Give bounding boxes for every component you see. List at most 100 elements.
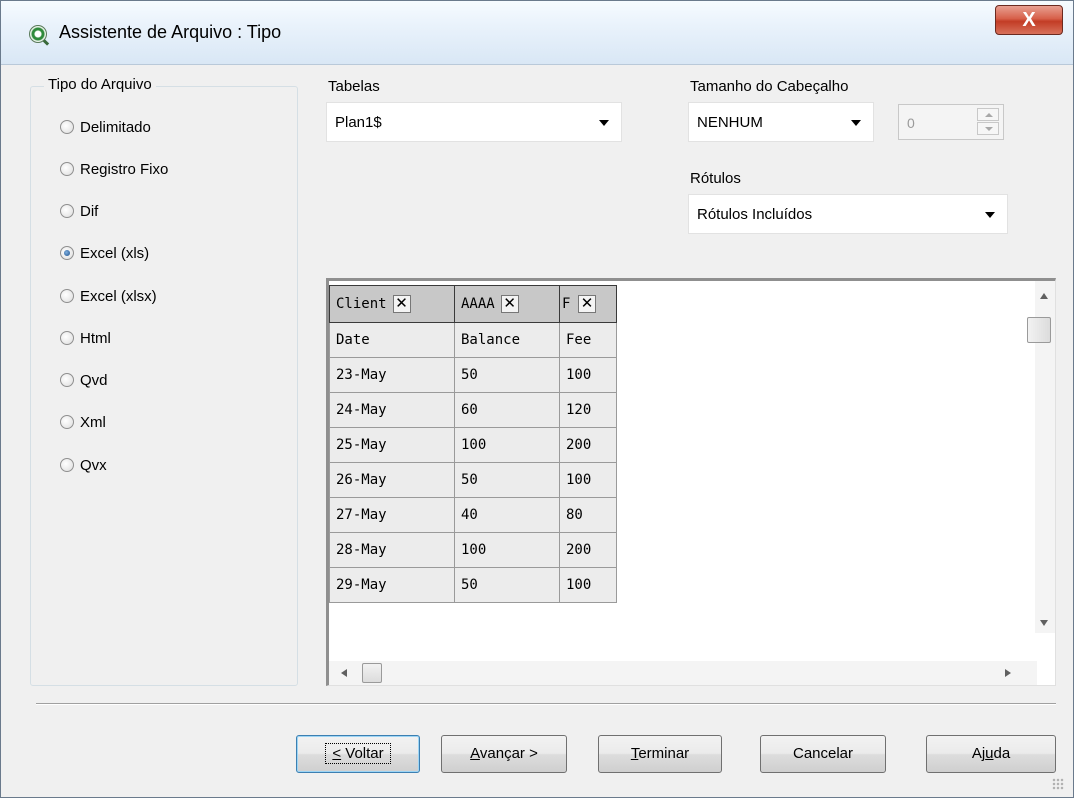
stepper-buttons (977, 108, 999, 136)
back-label: Voltar (341, 745, 384, 762)
preview-header-row: Client ✕ AAAA ✕ F ✕ (329, 285, 617, 323)
table-cell: 80 (559, 497, 617, 533)
vertical-scroll-thumb[interactable] (1027, 317, 1051, 343)
table-row: 27-May 40 80 (329, 497, 617, 533)
radio-label: Xml (80, 413, 106, 431)
radio-label: Excel (xls) (80, 244, 150, 262)
radio-circle-icon[interactable] (60, 458, 74, 472)
radio-label: Excel (xlsx) (80, 287, 157, 305)
help-label-post: da (993, 745, 1011, 762)
close-button[interactable]: X (995, 5, 1063, 35)
scroll-up-icon[interactable] (1040, 293, 1048, 299)
table-cell: 100 (559, 357, 617, 393)
stepper-down-icon[interactable] (977, 122, 999, 135)
table-cell: 100 (454, 427, 560, 463)
radio-circle-icon[interactable] (60, 120, 74, 134)
table-cell: 25-May (329, 427, 455, 463)
table-cell: 28-May (329, 532, 455, 568)
radio-circle-icon[interactable] (60, 204, 74, 218)
labels-label: Rótulos (690, 170, 741, 187)
radio-delimitado[interactable]: Delimitado (60, 116, 151, 138)
scroll-right-icon[interactable] (1005, 669, 1011, 677)
labels-dropdown[interactable]: Rótulos Incluídos (688, 194, 1008, 234)
finish-button[interactable]: Terminar (598, 735, 722, 773)
radio-circle-icon[interactable] (60, 415, 74, 429)
column-header[interactable]: Client ✕ (329, 285, 455, 323)
radio-qvx[interactable]: Qvx (60, 454, 107, 476)
chevron-down-icon[interactable] (851, 120, 861, 126)
back-button[interactable]: < Voltar (296, 735, 420, 773)
radio-checked-icon[interactable] (60, 246, 74, 260)
resize-grip-icon[interactable] (1052, 778, 1064, 790)
radio-label: Html (80, 329, 111, 347)
stepper-value[interactable]: 0 (907, 115, 915, 131)
table-cell: 200 (559, 532, 617, 568)
radio-excel-xlsx[interactable]: Excel (xlsx) (60, 285, 157, 307)
radio-xml[interactable]: Xml (60, 411, 106, 433)
table-cell: 50 (454, 462, 560, 498)
table-cell: 60 (454, 392, 560, 428)
table-cell: 50 (454, 357, 560, 393)
radio-registro-fixo[interactable]: Registro Fixo (60, 158, 168, 180)
scroll-left-icon[interactable] (341, 669, 347, 677)
radio-circle-icon[interactable] (60, 289, 74, 303)
horizontal-scrollbar[interactable] (329, 661, 1037, 685)
header-size-value: NENHUM (697, 114, 763, 131)
table-cell: Fee (559, 322, 617, 358)
file-type-legend: Tipo do Arquivo (44, 76, 156, 93)
next-button[interactable]: Avançar > (441, 735, 567, 773)
table-cell: 40 (454, 497, 560, 533)
chevron-down-icon[interactable] (599, 120, 609, 126)
radio-circle-icon[interactable] (60, 373, 74, 387)
table-row: 25-May 100 200 (329, 427, 617, 463)
radio-circle-icon[interactable] (60, 331, 74, 345)
table-cell: 120 (559, 392, 617, 428)
data-preview[interactable]: Client ✕ AAAA ✕ F ✕ Date Balance Fee 23-May… (326, 278, 1056, 686)
stepper-up-icon[interactable] (977, 108, 999, 121)
table-row: 26-May 50 100 (329, 462, 617, 498)
back-mnemonic: < (332, 745, 342, 762)
table-cell: Date (329, 322, 455, 358)
table-row: 28-May 100 200 (329, 532, 617, 568)
table-cell: 100 (559, 567, 617, 603)
vertical-scrollbar[interactable] (1027, 281, 1055, 633)
header-size-dropdown[interactable]: NENHUM (688, 102, 874, 142)
header-size-label: Tamanho do Cabeçalho (690, 78, 849, 95)
radio-circle-icon[interactable] (60, 162, 74, 176)
chevron-down-icon[interactable] (985, 212, 995, 218)
radio-html[interactable]: Html (60, 327, 111, 349)
column-header[interactable]: F ✕ (559, 285, 617, 323)
labels-value: Rótulos Incluídos (697, 206, 813, 223)
cancel-button[interactable]: Cancelar (760, 735, 886, 773)
help-button[interactable]: Ajuda (926, 735, 1056, 773)
column-header-label: AAAA (461, 296, 495, 312)
footer-divider (36, 703, 1056, 705)
app-icon (29, 25, 47, 43)
next-mnemonic: A (470, 745, 480, 762)
table-row: 29-May 50 100 (329, 567, 617, 603)
radio-label: Registro Fixo (80, 160, 169, 178)
radio-label: Delimitado (80, 118, 151, 136)
table-cell: 27-May (329, 497, 455, 533)
horizontal-scroll-thumb[interactable] (362, 663, 382, 683)
table-row: Date Balance Fee (329, 322, 617, 358)
header-size-stepper[interactable]: 0 (898, 104, 1004, 140)
column-header-label: Client (336, 296, 387, 312)
focus-ring: < Voltar (325, 743, 391, 764)
scroll-down-icon[interactable] (1040, 620, 1048, 626)
tables-dropdown[interactable]: Plan1$ (326, 102, 622, 142)
table-cell: 50 (454, 567, 560, 603)
remove-column-icon[interactable]: ✕ (500, 295, 519, 313)
column-header[interactable]: AAAA ✕ (454, 285, 560, 323)
radio-excel-xls[interactable]: Excel (xls) (60, 242, 149, 264)
radio-qvd[interactable]: Qvd (60, 369, 108, 391)
finish-label: erminar (638, 745, 690, 762)
remove-column-icon[interactable]: ✕ (392, 295, 411, 313)
table-cell: 29-May (329, 567, 455, 603)
title-bar[interactable]: Assistente de Arquivo : Tipo X (1, 1, 1073, 65)
radio-label: Qvx (80, 456, 107, 474)
radio-dif[interactable]: Dif (60, 200, 98, 222)
table-cell: Balance (454, 322, 560, 358)
remove-column-icon[interactable]: ✕ (578, 295, 596, 313)
table-cell: 24-May (329, 392, 455, 428)
